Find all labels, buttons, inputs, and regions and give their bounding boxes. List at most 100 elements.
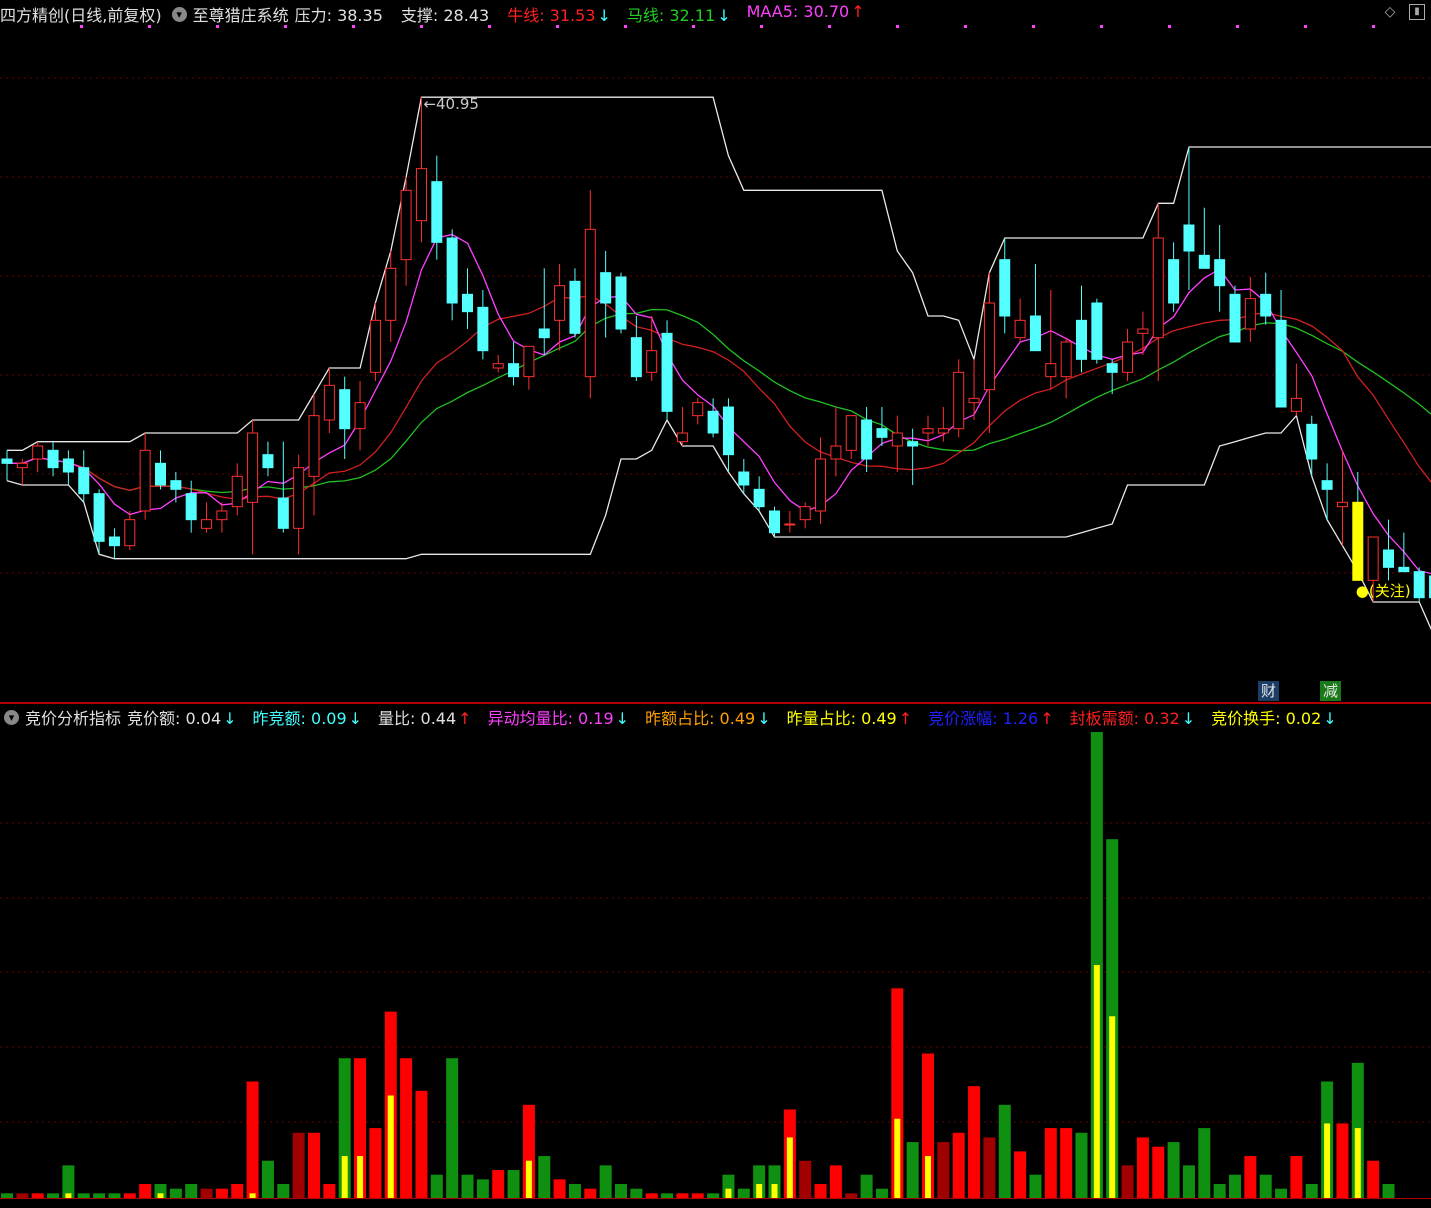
volume-bar-1 (16, 1193, 29, 1198)
candle-body-68 (1045, 363, 1057, 378)
candle-body-67 (1029, 315, 1041, 352)
sub-legend-item-2: 量比: 0.44 ↑ (378, 709, 472, 728)
volume-bar-84 (1290, 1156, 1303, 1198)
volume-bar-55 (845, 1193, 858, 1198)
candle-body-15 (231, 475, 243, 508)
volume-bar-6 (93, 1193, 106, 1198)
candle-body-60 (922, 428, 934, 434)
auction-bar-72 (1109, 1016, 1116, 1198)
sub-legend-item-4: 昨额占比: 0.49 ↓ (645, 709, 771, 728)
candle-body-86 (1321, 480, 1333, 490)
volume-bar-9 (139, 1184, 152, 1198)
volume-bar-8 (123, 1193, 136, 1198)
sub-indicator-menu-icon[interactable]: ▾ (4, 709, 19, 725)
candle-body-1 (16, 462, 28, 469)
candle-body-21 (323, 384, 335, 421)
candle-body-51 (784, 523, 796, 526)
candle-body-9 (139, 449, 151, 512)
candle-body-72 (1106, 363, 1118, 373)
volume-bar-45 (691, 1193, 704, 1198)
volume-bar-66 (1014, 1151, 1027, 1198)
sub-legend-item-7: 封板需额: 0.32 ↓ (1069, 709, 1196, 728)
candle-body-24 (369, 319, 381, 373)
candle-body-35 (538, 328, 550, 339)
volume-bar-18 (277, 1184, 290, 1198)
volume-bar-79 (1213, 1184, 1226, 1198)
volume-bar-20 (308, 1132, 320, 1198)
volume-bar-53 (814, 1184, 827, 1198)
volume-bar-24 (369, 1128, 382, 1198)
candle-body-49 (753, 488, 765, 508)
auction-bar-23 (357, 1156, 364, 1198)
volume-bar-15 (231, 1184, 244, 1198)
volume-bar-26 (400, 1058, 413, 1198)
volume-bar-0 (1, 1193, 13, 1198)
top-marker-9 (692, 25, 695, 28)
candle-body-34 (523, 345, 535, 378)
candle-body-18 (277, 497, 289, 529)
sub-legend: ▾ 竞价分析指标 竞价额: 0.04 ↓ 昨竞额: 0.09 ↓ 量比: 0.44 ↑ 异动… (0, 703, 1431, 731)
candle-body-25 (385, 267, 397, 321)
candle-body-75 (1152, 237, 1164, 339)
candle-body-78 (1198, 254, 1210, 269)
candle-body-77 (1183, 224, 1195, 252)
candle-body-32 (492, 363, 504, 369)
volume-bar-80 (1229, 1174, 1241, 1198)
top-marker-4 (352, 25, 355, 28)
sub-legend-arrow-8: ↓ (1323, 709, 1337, 728)
candle-body-37 (569, 280, 581, 334)
candle-body-31 (477, 306, 489, 352)
auction-bar-chart[interactable] (0, 730, 1431, 1208)
sub-legend-item-0: 竞价额: 0.04 ↓ (127, 709, 237, 728)
candle-body-3 (47, 449, 59, 469)
volume-bar-81 (1244, 1156, 1257, 1198)
auction-bar-47 (725, 1188, 732, 1198)
auction-bar-71 (1093, 965, 1100, 1198)
volume-bar-2 (31, 1193, 44, 1198)
sub-legend-arrow-0: ↓ (223, 709, 237, 728)
watch-label: ●(关注) (1356, 582, 1411, 600)
volume-bar-48 (737, 1188, 750, 1198)
candle-body-76 (1168, 259, 1180, 304)
candle-body-26 (400, 189, 412, 261)
volume-bar-35 (538, 1156, 551, 1198)
candle-body-59 (907, 441, 919, 447)
candle-body-10 (155, 462, 166, 486)
candle-body-6 (93, 493, 105, 542)
sub-legend-arrow-2: ↑ (458, 709, 472, 728)
top-marker-16 (1168, 25, 1171, 28)
sub-legend-arrow-3: ↓ (615, 709, 630, 728)
price-chart[interactable]: ←40.95←28.32●(关注) (0, 0, 1431, 700)
volume-bar-21 (323, 1184, 336, 1198)
candle-body-38 (584, 228, 596, 378)
candle-body-54 (830, 445, 842, 460)
top-marker-15 (1100, 25, 1103, 28)
candle-body-20 (308, 415, 320, 477)
volume-bar-29 (446, 1058, 459, 1198)
volume-bar-68 (1044, 1128, 1057, 1198)
candle-body-30 (462, 293, 473, 313)
candle-body-92 (1413, 571, 1425, 599)
candle-body-79 (1214, 259, 1226, 287)
sub-indicator-name[interactable]: 竞价分析指标 (25, 705, 121, 729)
sub-indicator-values: 竞价额: 0.04 ↓ 昨竞额: 0.09 ↓ 量比: 0.44 ↑ 异动均量比: 0.19… (127, 705, 1353, 729)
auction-bar-51 (786, 1137, 793, 1198)
volume-bar-59 (906, 1142, 919, 1198)
volume-bar-42 (645, 1193, 658, 1198)
top-marker-8 (624, 25, 627, 28)
volume-bar-85 (1305, 1184, 1318, 1198)
volume-bar-44 (676, 1193, 689, 1198)
volume-bar-37 (568, 1184, 581, 1198)
candle-body-65 (999, 259, 1011, 317)
volume-bar-27 (415, 1090, 428, 1198)
candle-body-44 (676, 432, 688, 443)
candle-body-89 (1367, 536, 1379, 581)
candle-body-84 (1290, 397, 1302, 412)
candle-body-70 (1076, 319, 1087, 360)
sub-legend-arrow-1: ↓ (348, 709, 363, 728)
volume-bar-41 (630, 1188, 643, 1198)
auction-bar-34 (525, 1160, 532, 1198)
sub-legend-item-6: 竞价涨幅: 1.26 ↑ (928, 709, 1054, 728)
top-marker-12 (896, 25, 899, 28)
candle-body-88 (1352, 501, 1364, 581)
